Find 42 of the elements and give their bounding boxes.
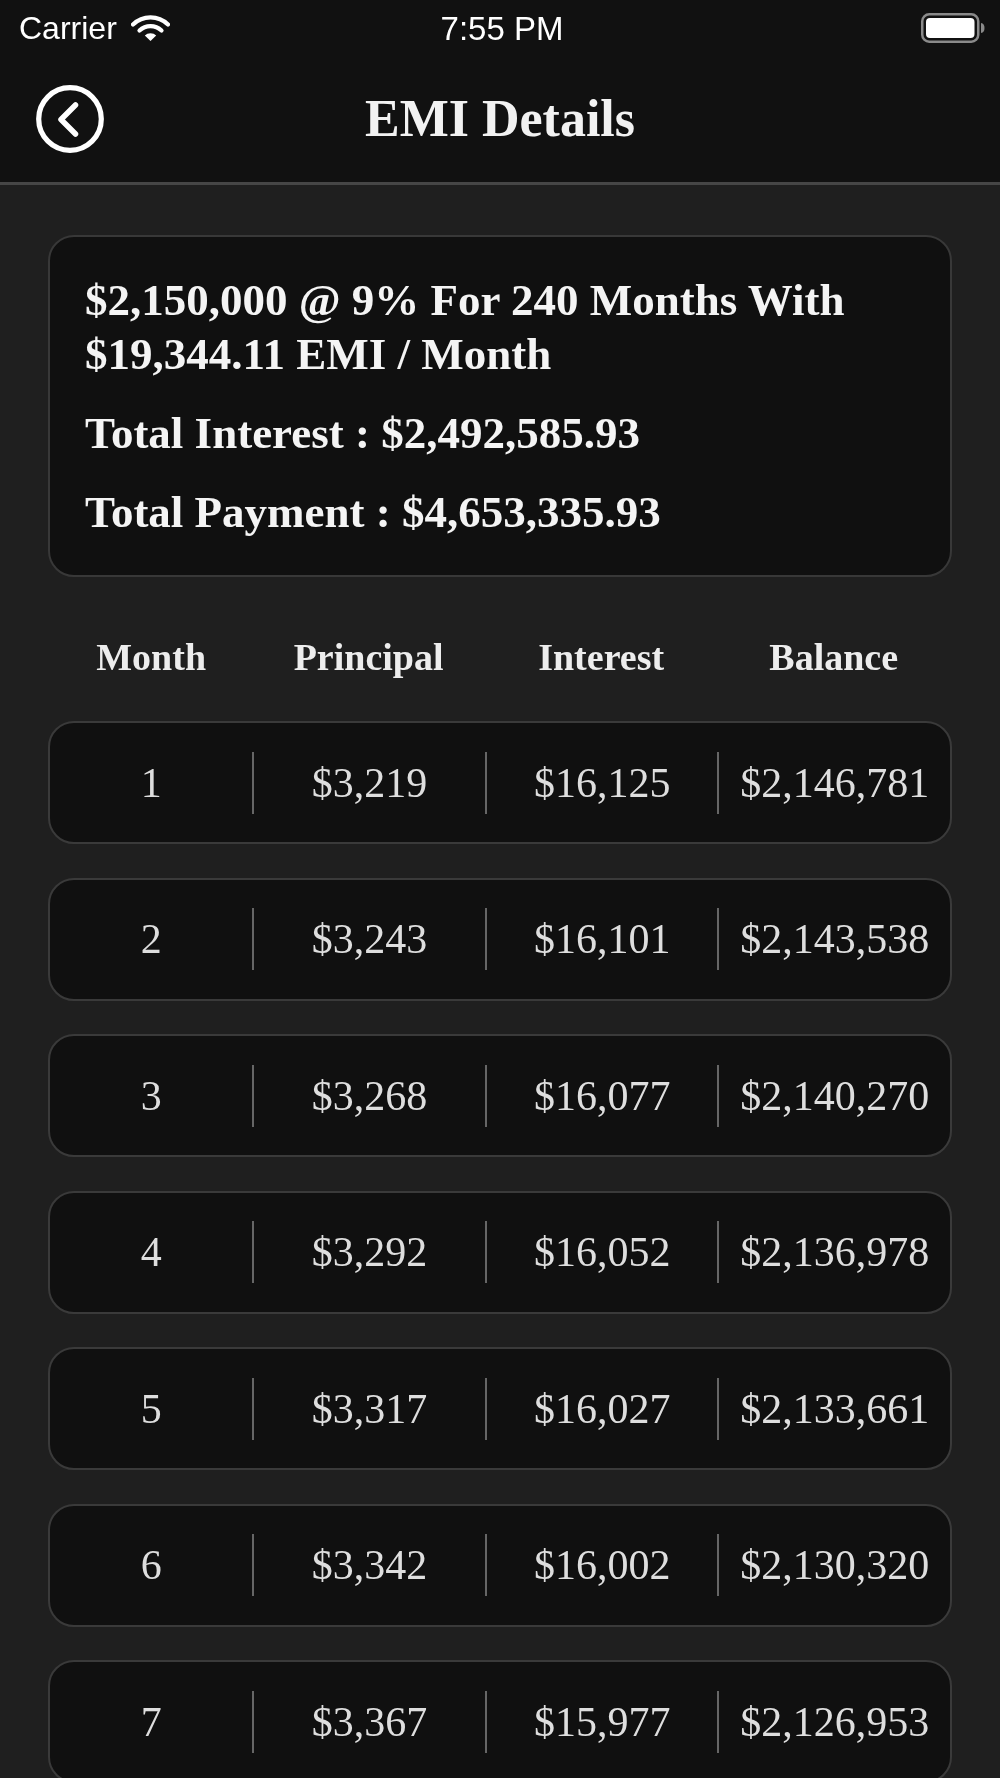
- screen-title: EMI Details: [364, 88, 636, 149]
- table-cell: $16,027: [484, 1377, 718, 1440]
- status-time: 7:55 PM: [440, 11, 564, 45]
- column-header: Interest: [538, 635, 665, 680]
- chevron-left-circle-icon: [36, 85, 104, 153]
- table-cell: $2,133,661: [717, 1377, 950, 1440]
- loan-summary-text: $2,150,000 @ 9% For 240 Months With $19,344.11 EMI / Month: [85, 274, 846, 381]
- table-cell: $2,146,781: [717, 751, 950, 814]
- table-cell: $3,292: [252, 1221, 485, 1283]
- column-header: Month: [96, 635, 207, 680]
- table-cell: $16,101: [484, 908, 718, 970]
- table-cell: $3,268: [252, 1064, 485, 1127]
- column-header: Principal: [293, 635, 444, 680]
- carrier-name: Carrier: [19, 12, 117, 44]
- table-cell: $3,243: [252, 908, 485, 970]
- total-text: Total Payment : $4,653,335.93: [85, 486, 662, 539]
- wifi-icon: [130, 14, 170, 42]
- table-cell: $2,136,978: [717, 1221, 950, 1283]
- column-header: Balance: [769, 635, 899, 680]
- table-cell-text: 5: [139, 1384, 163, 1434]
- table-cell: $2,130,320: [717, 1534, 950, 1596]
- table-cell-text: 4: [139, 1228, 163, 1277]
- table-cell: $2,126,953: [717, 1690, 950, 1753]
- table-cell: $3,342: [252, 1534, 485, 1596]
- table-cell: $2,140,270: [717, 1064, 950, 1127]
- table-cell: $3,367: [252, 1690, 485, 1753]
- table-cell: $3,317: [252, 1377, 485, 1440]
- table-cell-text: 1: [139, 758, 163, 808]
- total-text: Total Interest : $2,492,585.93: [85, 407, 641, 460]
- table-cell-text: 7: [139, 1697, 163, 1747]
- table-cell: $16,125: [484, 751, 718, 814]
- table-cell: $16,052: [484, 1221, 718, 1283]
- table-cell: $15,977: [484, 1690, 718, 1753]
- table-cell: $3,219: [252, 751, 485, 814]
- table-cell: $2,143,538: [717, 908, 950, 970]
- table-cell: $16,077: [484, 1064, 718, 1127]
- back-button[interactable]: [36, 85, 104, 153]
- table-cell-text: 6: [139, 1541, 163, 1590]
- table-cell: $16,002: [484, 1534, 718, 1596]
- battery-icon: [921, 13, 985, 43]
- table-cell-text: 3: [139, 1071, 163, 1121]
- table-cell-text: 2: [139, 915, 163, 964]
